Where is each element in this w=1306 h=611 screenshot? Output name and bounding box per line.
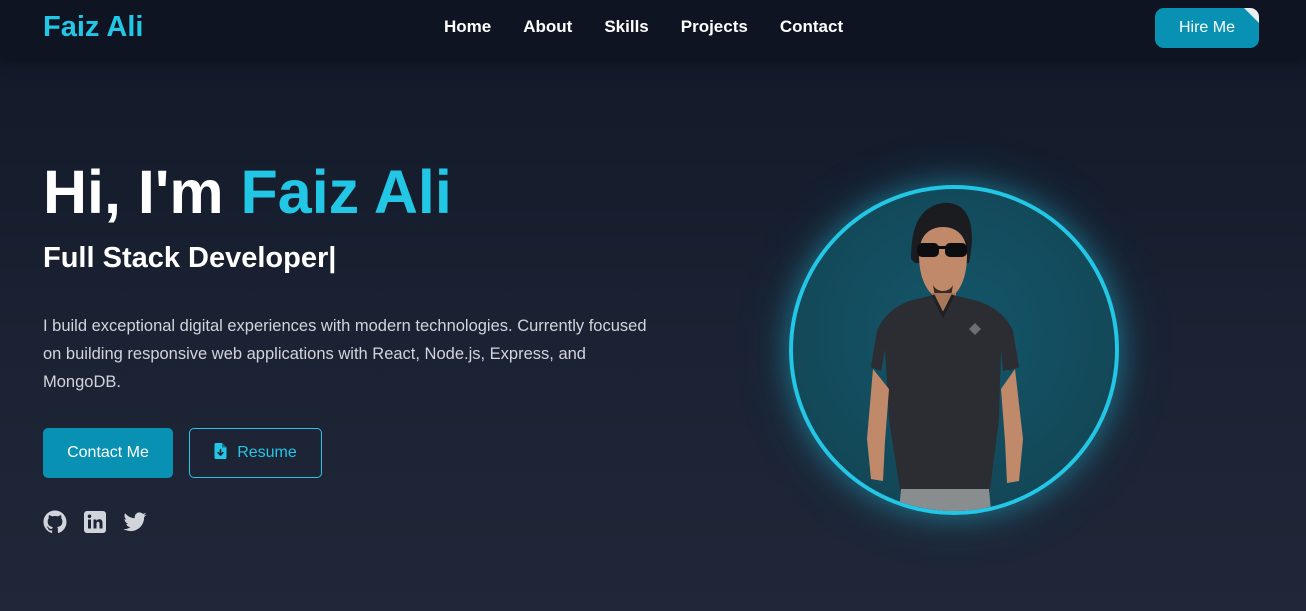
contact-me-button[interactable]: Contact Me (43, 428, 173, 478)
profile-portrait-illustration (867, 202, 1023, 511)
hero-name: Faiz Ali (240, 158, 452, 226)
hero-greeting: Hi, I'm (43, 158, 241, 226)
nav-link-contact[interactable]: Contact (780, 17, 843, 37)
hire-me-button[interactable]: Hire Me (1155, 8, 1259, 48)
linkedin-icon[interactable] (83, 510, 107, 534)
hire-me-label: Hire Me (1178, 19, 1235, 36)
hero-title: Hi, I'm Faiz Ali (43, 162, 452, 223)
contact-me-label: Contact Me (67, 444, 149, 461)
twitter-icon[interactable] (123, 510, 147, 534)
nav-links: Home About Skills Projects Contact (444, 17, 843, 37)
resume-label: Resume (237, 444, 297, 461)
file-download-icon (214, 442, 227, 464)
nav-link-home[interactable]: Home (444, 17, 491, 37)
hero-role: Full Stack Developer| (43, 242, 337, 274)
nav-link-about[interactable]: About (523, 17, 572, 37)
page-fold-decoration (1244, 8, 1259, 23)
github-icon[interactable] (43, 510, 67, 534)
nav-link-projects[interactable]: Projects (681, 17, 748, 37)
navbar: Faiz Ali Home About Skills Projects Cont… (0, 0, 1306, 58)
logo[interactable]: Faiz Ali (43, 11, 143, 44)
nav-link-skills[interactable]: Skills (604, 17, 648, 37)
profile-photo (789, 185, 1119, 515)
social-links (43, 510, 147, 534)
hero-description: I build exceptional digital experiences … (43, 317, 647, 391)
resume-button[interactable]: Resume (189, 428, 322, 478)
